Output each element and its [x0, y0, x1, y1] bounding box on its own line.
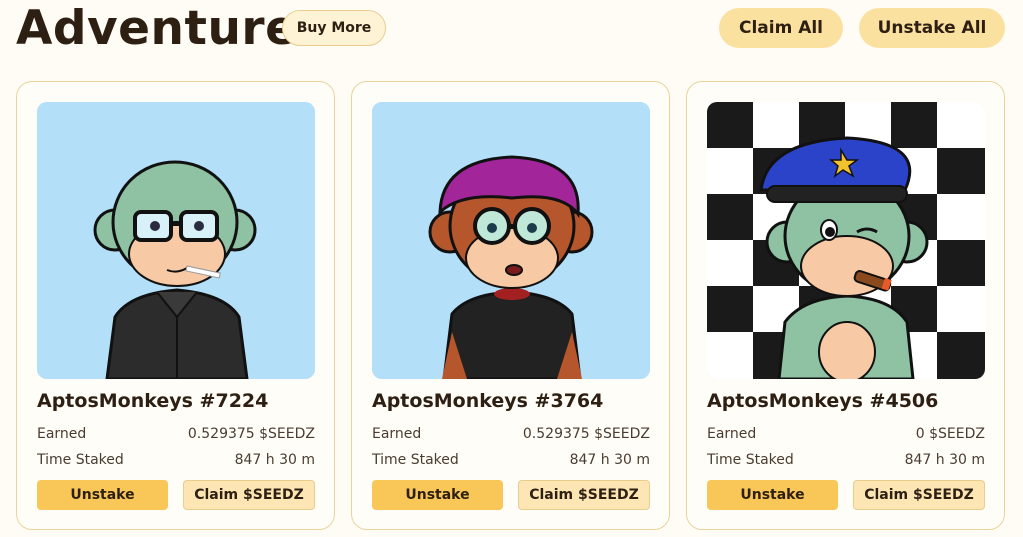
earned-row: Earned 0.529375 $SEEDZ: [372, 426, 650, 442]
nft-card: AptosMonkeys #7224 Earned 0.529375 $SEED…: [16, 81, 335, 530]
time-staked-label: Time Staked: [707, 452, 794, 468]
unstake-all-button[interactable]: Unstake All: [859, 8, 1005, 48]
claim-seedz-button[interactable]: Claim $SEEDZ: [853, 480, 985, 510]
time-staked-label: Time Staked: [37, 452, 124, 468]
earned-row: Earned 0 $SEEDZ: [707, 426, 985, 442]
nft-image: [707, 102, 985, 379]
nft-name: AptosMonkeys #3764: [372, 390, 604, 412]
nft-name: AptosMonkeys #7224: [37, 390, 269, 412]
adventure-page: Adventure Buy More Claim All Unstake All: [0, 0, 1023, 537]
time-staked-label: Time Staked: [372, 452, 459, 468]
nft-name: AptosMonkeys #4506: [707, 390, 939, 412]
nft-card: AptosMonkeys #4506 Earned 0 $SEEDZ Time …: [686, 81, 1005, 530]
earned-value: 0.529375 $SEEDZ: [187, 426, 315, 442]
claim-seedz-button[interactable]: Claim $SEEDZ: [518, 480, 650, 510]
time-staked-row: Time Staked 847 h 30 m: [372, 452, 650, 468]
earned-value: 0.529375 $SEEDZ: [522, 426, 650, 442]
earned-label: Earned: [37, 426, 87, 442]
unstake-button[interactable]: Unstake: [372, 480, 503, 510]
claim-all-button[interactable]: Claim All: [719, 8, 843, 48]
unstake-button[interactable]: Unstake: [37, 480, 168, 510]
time-staked-value: 847 h 30 m: [234, 452, 315, 468]
nft-image: [37, 102, 315, 379]
nft-card: AptosMonkeys #3764 Earned 0.529375 $SEED…: [351, 81, 670, 530]
buy-more-button[interactable]: Buy More: [282, 10, 386, 46]
earned-value: 0 $SEEDZ: [915, 426, 985, 442]
time-staked-value: 847 h 30 m: [904, 452, 985, 468]
earned-label: Earned: [372, 426, 422, 442]
earned-row: Earned 0.529375 $SEEDZ: [37, 426, 315, 442]
nft-image: [372, 102, 650, 379]
earned-label: Earned: [707, 426, 757, 442]
page-title: Adventure: [16, 1, 298, 56]
time-staked-value: 847 h 30 m: [569, 452, 650, 468]
claim-seedz-button[interactable]: Claim $SEEDZ: [183, 480, 315, 510]
time-staked-row: Time Staked 847 h 30 m: [37, 452, 315, 468]
unstake-button[interactable]: Unstake: [707, 480, 838, 510]
time-staked-row: Time Staked 847 h 30 m: [707, 452, 985, 468]
